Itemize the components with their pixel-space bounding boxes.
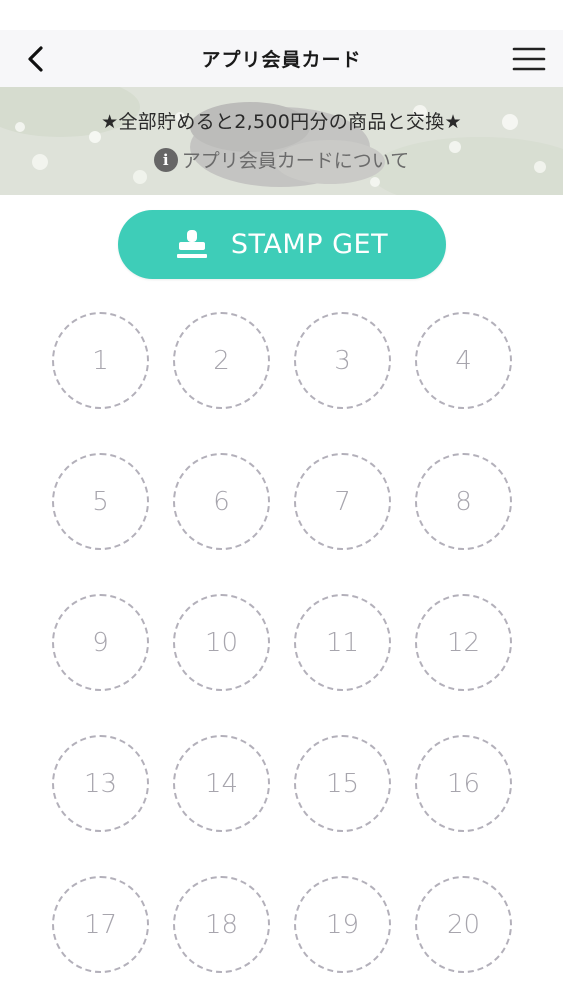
- stamp-slot: 10: [173, 594, 270, 691]
- stamp-number: 14: [204, 768, 239, 799]
- stamp-number: 15: [325, 768, 360, 799]
- stamp-number: 16: [446, 768, 481, 799]
- stamp-icon: [176, 229, 207, 258]
- stamp-slot: 8: [415, 453, 512, 550]
- stamp-number: 8: [455, 486, 472, 517]
- stamp-number: 9: [92, 627, 109, 658]
- stamp-get-label: STAMP GET: [230, 229, 389, 260]
- stamp-number: 10: [204, 627, 239, 658]
- stamp-card-grid: 1 2 3 4 5 6 7 8 9 10 11 12 13 14 15 16 17 18 19 20: [52, 312, 512, 973]
- stamp-slot: 2: [173, 312, 270, 409]
- stamp-number: 7: [334, 486, 351, 517]
- stamp-slot: 14: [173, 735, 270, 832]
- page-title: アプリ会員カード: [201, 49, 362, 71]
- navigation-bar: アプリ会員カード: [0, 30, 563, 87]
- stamp-number: 3: [334, 345, 351, 376]
- stamp-number: 12: [446, 627, 481, 658]
- stamp-number: 11: [325, 627, 360, 658]
- stamp-slot: 12: [415, 594, 512, 691]
- stamp-number: 20: [446, 909, 481, 940]
- stamp-number: 18: [204, 909, 239, 940]
- stamp-slot: 11: [294, 594, 391, 691]
- info-circle-icon: i: [153, 147, 178, 172]
- stamp-slot: 9: [52, 594, 149, 691]
- stamp-number: 13: [83, 768, 118, 799]
- stamp-slot: 16: [415, 735, 512, 832]
- menu-button[interactable]: [509, 40, 549, 78]
- stamp-slot: 3: [294, 312, 391, 409]
- stamp-slot: 20: [415, 876, 512, 973]
- stamp-number: 1: [92, 345, 109, 376]
- stamp-number: 19: [325, 909, 360, 940]
- stamp-slot: 15: [294, 735, 391, 832]
- stamp-slot: 4: [415, 312, 512, 409]
- stamp-slot: 6: [173, 453, 270, 550]
- banner-content: ★全部貯めると2,500円分の商品と交換★ i アプリ会員カードについて: [0, 107, 563, 173]
- stamp-number: 6: [213, 486, 230, 517]
- stamp-slot: 13: [52, 735, 149, 832]
- stamp-get-button[interactable]: STAMP GET: [117, 210, 446, 279]
- hamburger-menu-icon: [512, 47, 546, 71]
- stamp-slot: 19: [294, 876, 391, 973]
- info-link-row[interactable]: i アプリ会員カードについて: [153, 146, 409, 173]
- banner: ★全部貯めると2,500円分の商品と交換★ i アプリ会員カードについて: [0, 87, 563, 195]
- app-screen: アプリ会員カード ★全部貯めると2,500円分の商品と交換★ i アプリ会員カー…: [0, 0, 563, 1000]
- stamp-slot: 18: [173, 876, 270, 973]
- stamp-button-container: STAMP GET: [0, 210, 563, 279]
- back-button[interactable]: [18, 41, 54, 77]
- stamp-slot: 1: [52, 312, 149, 409]
- stamp-slot: 17: [52, 876, 149, 973]
- stamp-number: 4: [455, 345, 472, 376]
- info-link-text[interactable]: アプリ会員カードについて: [182, 146, 409, 173]
- stamp-number: 2: [213, 345, 230, 376]
- stamp-slot: 7: [294, 453, 391, 550]
- stamp-number: 5: [92, 486, 109, 517]
- banner-headline: ★全部貯めると2,500円分の商品と交換★: [101, 111, 462, 133]
- status-area: [0, 0, 563, 30]
- chevron-left-icon: [28, 46, 43, 72]
- stamp-number: 17: [83, 909, 118, 940]
- stamp-slot: 5: [52, 453, 149, 550]
